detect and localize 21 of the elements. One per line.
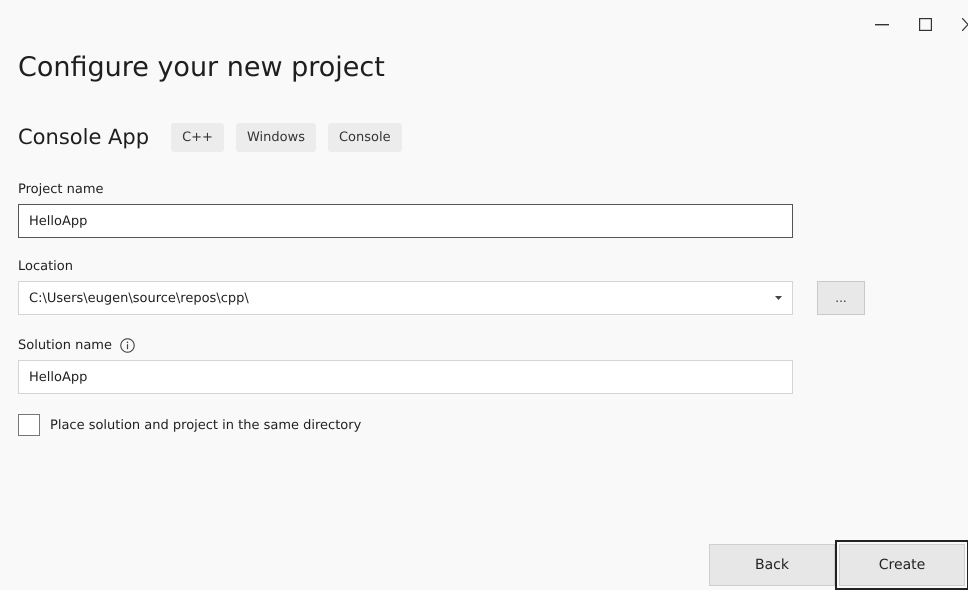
minimize-icon[interactable] [875, 24, 889, 26]
project-name-field[interactable]: HelloApp [18, 204, 793, 238]
location-combobox[interactable]: C:\Users\eugen\source\repos\cpp\ [18, 281, 793, 315]
checkbox[interactable] [18, 414, 40, 436]
field-label: Location [18, 258, 73, 274]
browse-button[interactable]: ... [817, 281, 865, 315]
maximize-icon[interactable] [919, 18, 932, 31]
checkbox-label: Place solution and project in the same directory [50, 418, 362, 432]
field-label: Solution name [18, 338, 112, 352]
template-tag: Console [328, 122, 402, 152]
solution-name-field[interactable]: HelloApp [18, 360, 793, 394]
info-icon[interactable] [120, 338, 135, 352]
location-value: C:\Users\eugen\source\repos\cpp\ [29, 290, 249, 306]
field-label: Project name [18, 182, 104, 196]
back-button[interactable]: Back [709, 544, 835, 586]
template-tag: Windows [236, 122, 316, 152]
dropdown-caret-icon[interactable] [775, 296, 782, 300]
page-title: Configure your new project [18, 52, 386, 85]
template-name: Console App [18, 125, 150, 149]
close-icon[interactable] [962, 18, 968, 31]
template-tag: C++ [171, 122, 224, 152]
